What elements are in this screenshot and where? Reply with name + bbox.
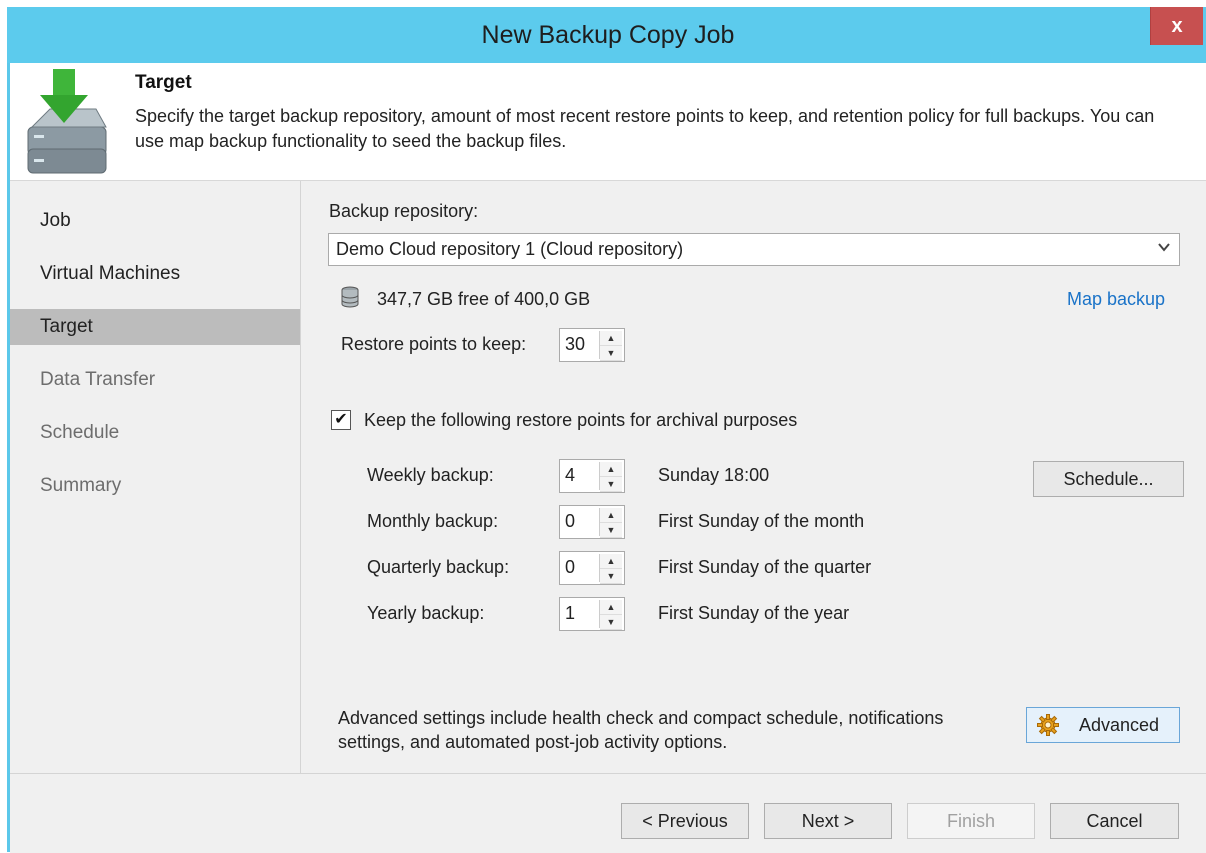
yearly-backup-schedule: First Sunday of the year	[658, 603, 850, 623]
backup-repository-select[interactable]: Demo Cloud repository 1 (Cloud repositor…	[328, 233, 1180, 266]
wizard-footer: < Previous Next > Finish Cancel	[10, 773, 1206, 853]
yearly-backup-stepper[interactable]: 1 ▲ ▼	[559, 597, 625, 631]
gear-icon	[1037, 714, 1059, 736]
schedule-button[interactable]: Schedule...	[1033, 461, 1184, 497]
backup-repository-value: Demo Cloud repository 1 (Cloud repositor…	[336, 239, 684, 259]
spinner-buttons: ▲ ▼	[599, 331, 622, 361]
window-title: New Backup Copy Job	[481, 21, 735, 49]
nav-item-target[interactable]: Target	[10, 309, 300, 345]
quarterly-backup-value[interactable]: 0	[565, 557, 575, 578]
step-description: Specify the target backup repository, am…	[135, 106, 1155, 151]
restore-points-value[interactable]: 30	[565, 334, 585, 355]
weekly-backup-stepper[interactable]: 4 ▲ ▼	[559, 459, 625, 493]
archival-checkbox-label[interactable]: Keep the following restore points for ar…	[364, 410, 797, 431]
yearly-backup-value[interactable]: 1	[565, 603, 575, 624]
spin-down-icon[interactable]: ▼	[600, 569, 622, 584]
spin-up-icon[interactable]: ▲	[600, 554, 622, 569]
spinner-buttons: ▲ ▼	[599, 600, 622, 630]
spin-up-icon[interactable]: ▲	[600, 331, 622, 346]
backup-repository-label: Backup repository:	[329, 201, 479, 221]
spin-down-icon[interactable]: ▼	[600, 477, 622, 492]
spinner-buttons: ▲ ▼	[599, 554, 622, 584]
cancel-button[interactable]: Cancel	[1050, 803, 1179, 839]
wizard-steps-nav: Job Virtual Machines Target Data Transfe…	[10, 181, 301, 773]
restore-points-label: Restore points to keep:	[341, 334, 527, 354]
monthly-backup-stepper[interactable]: 0 ▲ ▼	[559, 505, 625, 539]
nav-item-virtual-machines[interactable]: Virtual Machines	[10, 256, 300, 292]
target-settings-panel: Backup repository: Demo Cloud repository…	[301, 181, 1206, 773]
advanced-settings-text-line2: settings, and automated post-job activit…	[338, 732, 728, 752]
spin-down-icon[interactable]: ▼	[600, 523, 622, 538]
yearly-backup-label: Yearly backup:	[367, 603, 485, 623]
checkmark-icon: ✔	[334, 411, 348, 428]
advanced-button[interactable]: Advanced	[1026, 707, 1180, 743]
step-title: Target	[135, 72, 192, 93]
wizard-window: New Backup Copy Job x Target Specify the…	[7, 7, 1206, 853]
quarterly-backup-schedule: First Sunday of the quarter	[658, 557, 872, 577]
nav-item-summary: Summary	[40, 475, 122, 496]
spin-up-icon[interactable]: ▲	[600, 462, 622, 477]
weekly-backup-label: Weekly backup:	[367, 465, 494, 485]
restore-points-stepper[interactable]: 30 ▲ ▼	[559, 328, 625, 362]
weekly-backup-schedule: Sunday 18:00	[658, 465, 770, 485]
nav-item-schedule: Schedule	[40, 422, 120, 443]
backup-target-icon	[27, 69, 107, 174]
weekly-backup-value[interactable]: 4	[565, 465, 575, 486]
next-button[interactable]: Next >	[764, 803, 892, 839]
nav-item-job[interactable]: Job	[10, 203, 300, 239]
spin-up-icon[interactable]: ▲	[600, 508, 622, 523]
advanced-settings-text-line1: Advanced settings include health check a…	[338, 708, 944, 728]
database-icon	[341, 286, 359, 308]
finish-button: Finish	[907, 803, 1035, 839]
spin-down-icon[interactable]: ▼	[600, 346, 622, 361]
spinner-buttons: ▲ ▼	[599, 508, 622, 538]
quarterly-backup-label: Quarterly backup:	[367, 557, 510, 577]
monthly-backup-schedule: First Sunday of the month	[658, 511, 865, 531]
previous-button[interactable]: < Previous	[621, 803, 749, 839]
monthly-backup-label: Monthly backup:	[367, 511, 499, 531]
monthly-backup-value[interactable]: 0	[565, 511, 575, 532]
archival-checkbox[interactable]: ✔	[331, 410, 351, 430]
spinner-buttons: ▲ ▼	[599, 462, 622, 492]
spin-down-icon[interactable]: ▼	[600, 615, 622, 630]
advanced-button-label: Advanced	[1079, 715, 1160, 735]
chevron-down-icon	[1158, 243, 1170, 252]
close-button[interactable]: x	[1150, 7, 1203, 45]
map-backup-link[interactable]: Map backup	[1067, 289, 1165, 310]
title-bar[interactable]: New Backup Copy Job x	[7, 7, 1206, 63]
quarterly-backup-stepper[interactable]: 0 ▲ ▼	[559, 551, 625, 585]
nav-item-data-transfer: Data Transfer	[40, 369, 156, 390]
free-space-text: 347,7 GB free of 400,0 GB	[377, 289, 591, 309]
spin-up-icon[interactable]: ▲	[600, 600, 622, 615]
wizard-header: Target Specify the target backup reposit…	[10, 63, 1206, 181]
